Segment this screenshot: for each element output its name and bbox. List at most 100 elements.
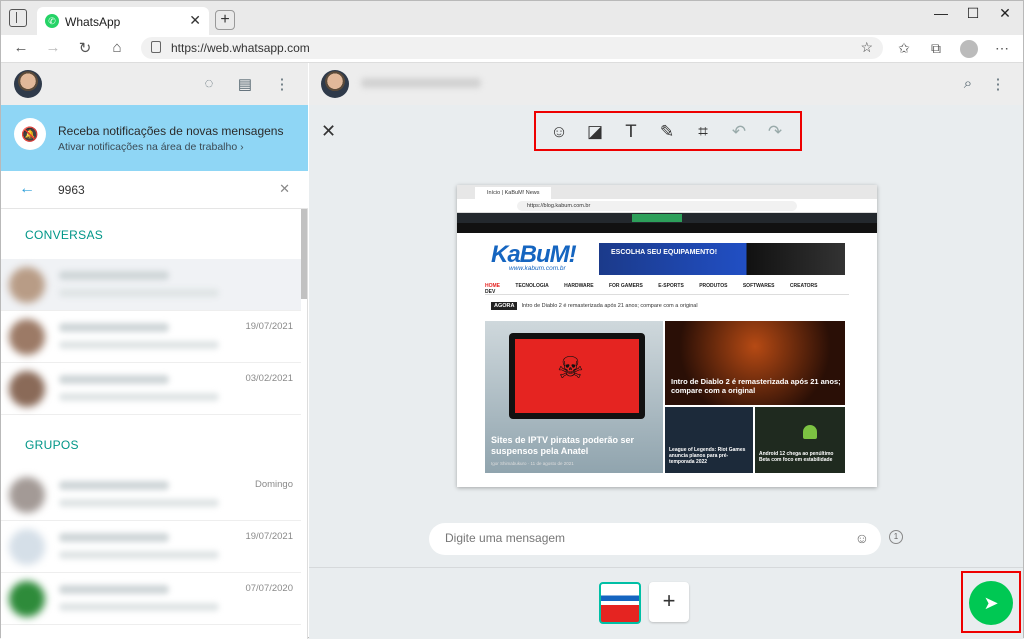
list-item[interactable]: 03/02/2021	[1, 363, 301, 415]
url-text: https://web.whatsapp.com	[171, 41, 310, 55]
preview-nav: HOME TECNOLOGIA HARDWARE FOR GAMERS E-SP…	[485, 283, 849, 295]
avatar[interactable]	[14, 70, 42, 98]
clear-search-icon[interactable]: ✕	[279, 181, 290, 197]
list-item[interactable]: 07/07/2020	[1, 573, 301, 625]
list-item[interactable]	[1, 259, 301, 311]
bell-off-icon: 🔕	[14, 118, 46, 150]
avatar	[9, 529, 45, 565]
close-icon[interactable]: ✕	[321, 121, 336, 142]
preview-main-meta: Igor Shimabukuro · 11 de agosto de 2021	[491, 461, 574, 466]
close-window-icon[interactable]: ✕	[995, 5, 1015, 22]
chat-name	[59, 271, 169, 280]
forward-icon[interactable]: →	[43, 39, 63, 56]
pencil-icon[interactable]: ✎	[656, 121, 678, 143]
preview-side-caption-3: Android 12 chega ao penúltimo Beta com f…	[759, 451, 834, 463]
maximize-icon[interactable]: ☐	[963, 5, 983, 22]
sticker-icon[interactable]: ◪	[584, 121, 606, 143]
avatar	[9, 319, 45, 355]
crop-icon[interactable]: ⌗	[692, 121, 714, 143]
url-field[interactable]: https://web.whatsapp.com ☆	[141, 37, 883, 59]
view-once-icon[interactable]: 1	[889, 530, 903, 544]
preview-ticker-text: Intro de Diablo 2 é remasterizada após 2…	[521, 303, 698, 309]
preview-logo-sub: www.kabum.com.br	[509, 265, 566, 272]
sidebar-header: ◌ ▤ ⋮	[1, 63, 308, 105]
list-item[interactable]: 19/07/2021	[1, 311, 301, 363]
tab-actions-icon[interactable]	[9, 9, 27, 27]
more-icon[interactable]: ⋯	[992, 40, 1012, 57]
preview-main-caption: Sites de IPTV piratas poderão ser suspen…	[491, 435, 635, 456]
send-highlight: ➤	[961, 571, 1021, 633]
browser-tab[interactable]: ✆ WhatsApp ✕	[37, 7, 209, 35]
menu-icon[interactable]: ⋮	[989, 75, 1007, 93]
section-groups: GRUPOS	[25, 438, 79, 452]
list-item[interactable]: Domingo	[1, 469, 301, 521]
new-tab-button[interactable]: +	[215, 10, 235, 30]
chat-preview	[59, 551, 219, 559]
home-icon[interactable]: ⌂	[107, 39, 127, 56]
notification-link[interactable]: Ativar notificações na área de trabalho …	[58, 141, 244, 153]
back-icon[interactable]: ←	[11, 39, 31, 56]
attachment-thumbnail[interactable]	[599, 582, 641, 624]
preview-nav-item: E-SPORTS	[658, 283, 684, 289]
favorite-icon[interactable]: ☆	[860, 39, 873, 56]
favorites-icon[interactable]: ✩	[894, 40, 914, 57]
preview-tab: Início | KaBuM! News	[475, 187, 551, 199]
preview-nav-item: SOFTWARES	[742, 283, 775, 289]
avatar[interactable]	[321, 70, 349, 98]
notification-title: Receba notificações de novas mensagens	[58, 124, 284, 138]
emoji-icon[interactable]: ☺	[855, 530, 869, 546]
tab-strip: ✆ WhatsApp ✕ + — ☐ ✕	[1, 1, 1023, 35]
media-editor: ✕ ☺ ◪ T ✎ ⌗ ↶ ↷ Início | KaBuM! News htt…	[309, 105, 1023, 639]
emoji-icon[interactable]: ☺	[548, 121, 570, 143]
preview-banner-text: ESCOLHA SEU EQUIPAMENTO!	[611, 249, 718, 256]
tab-title: WhatsApp	[65, 15, 121, 29]
edit-toolbar: ☺ ◪ T ✎ ⌗ ↶ ↷	[534, 111, 802, 151]
preview-side-caption-2: League of Legends: Riot Games anuncia pl…	[669, 447, 746, 465]
profile-icon[interactable]	[960, 40, 978, 58]
preview-side-image-3	[755, 407, 845, 473]
add-file-button[interactable]: +	[649, 582, 689, 622]
search-icon[interactable]: ⌕	[959, 75, 977, 92]
send-button[interactable]: ➤	[969, 581, 1013, 625]
redo-icon[interactable]: ↷	[764, 121, 786, 143]
chat-date: 19/07/2021	[245, 321, 293, 332]
reload-icon[interactable]: ↻	[75, 39, 95, 57]
avatar	[9, 581, 45, 617]
preview-banner	[599, 243, 845, 275]
chat-date: Domingo	[254, 479, 293, 490]
chat-preview	[59, 289, 219, 297]
contact-name[interactable]	[361, 78, 481, 88]
chat-name	[59, 585, 169, 594]
preview-url: https://blog.kabum.com.br	[517, 201, 797, 211]
preview-nav-item: HARDWARE	[564, 283, 594, 289]
chat-name	[59, 533, 169, 542]
preview-nav-item: TECNOLOGIA	[515, 283, 549, 289]
preview-ticker: AGORA Intro de Diablo 2 é remasterizada a…	[491, 302, 698, 310]
minimize-icon[interactable]: —	[931, 5, 951, 21]
status-icon[interactable]: ◌	[200, 75, 218, 92]
avatar	[9, 477, 45, 513]
android-icon	[803, 425, 817, 439]
chat-preview	[59, 499, 219, 507]
back-arrow-icon[interactable]: ←	[19, 180, 35, 198]
preview-admin-bar	[457, 213, 877, 223]
close-tab-icon[interactable]: ✕	[189, 12, 201, 29]
search-input[interactable]: 9963	[58, 183, 85, 197]
preview-nav-item: CREATORS	[789, 283, 818, 289]
scrollbar[interactable]	[301, 209, 307, 299]
menu-icon[interactable]: ⋮	[273, 75, 291, 93]
new-chat-icon[interactable]: ▤	[236, 75, 254, 93]
chat-name	[59, 481, 169, 490]
sidebar: ◌ ▤ ⋮ 🔕 Receba notificações de novas men…	[1, 63, 308, 639]
text-icon[interactable]: T	[620, 121, 642, 143]
chat-name	[59, 375, 169, 384]
chat-date: 07/07/2020	[245, 583, 293, 594]
chat-preview	[59, 393, 219, 401]
list-item[interactable]: 19/07/2021	[1, 521, 301, 573]
caption-input[interactable]	[445, 531, 825, 545]
whatsapp-icon: ✆	[45, 14, 59, 28]
collections-icon[interactable]: ⧉	[926, 40, 946, 57]
undo-icon[interactable]: ↶	[728, 121, 750, 143]
avatar	[9, 267, 45, 303]
notification-banner[interactable]: 🔕 Receba notificações de novas mensagens…	[1, 105, 308, 171]
